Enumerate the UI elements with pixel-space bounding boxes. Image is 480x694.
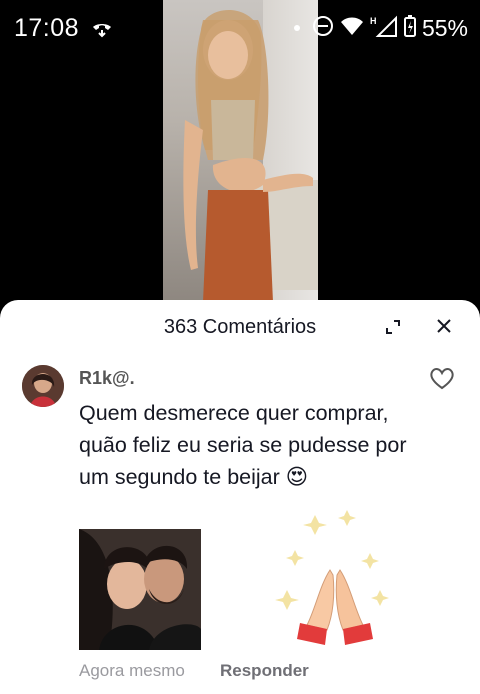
- expand-icon[interactable]: [383, 317, 403, 342]
- comment-timestamp: Agora mesmo: [79, 661, 185, 680]
- close-icon[interactable]: [434, 316, 454, 341]
- comment-photo[interactable]: [79, 529, 201, 650]
- pray-sticker: [275, 505, 395, 650]
- comments-count-title: 363 Comentários: [163, 316, 317, 338]
- battery-icon: [403, 14, 416, 42]
- dnd-icon: [312, 15, 334, 42]
- battery-percent: 55%: [421, 14, 468, 41]
- wifi-icon: [340, 16, 364, 41]
- comments-panel: 363 Comentários R1k@. Quem desmerece que…: [0, 300, 480, 694]
- avatar[interactable]: [22, 365, 64, 407]
- comment-text: Quem desmerece quer comprar, quão feliz …: [79, 401, 407, 489]
- heart-icon[interactable]: [429, 367, 455, 396]
- pray-icon: [275, 510, 389, 645]
- svg-text:H: H: [370, 16, 377, 26]
- status-bar: 17:08 H 55%: [0, 0, 480, 56]
- phone-call-icon: [90, 16, 114, 45]
- notification-dot: [293, 25, 300, 31]
- status-icons: H 55%: [293, 14, 468, 42]
- comment-username[interactable]: R1k@.: [79, 368, 135, 389]
- reply-button[interactable]: Responder: [220, 661, 309, 681]
- status-time: 17:08: [14, 14, 80, 42]
- signal-icon: H: [370, 15, 398, 42]
